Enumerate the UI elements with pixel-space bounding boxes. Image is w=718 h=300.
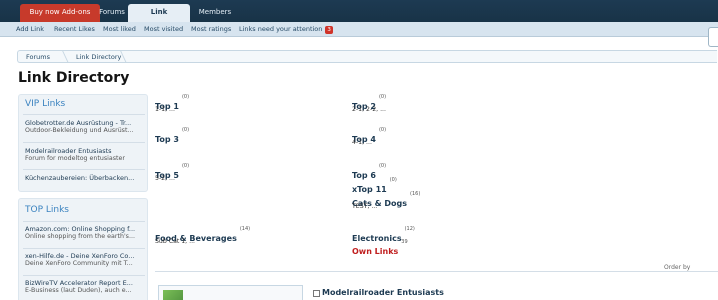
- category-link-own-links[interactable]: Own Links: [352, 247, 398, 256]
- divider: [23, 221, 145, 222]
- subnav-add-link[interactable]: Add Link: [16, 25, 44, 33]
- link-description: Online shopping from the earth's...: [25, 233, 135, 240]
- category-count: 39: [401, 239, 408, 245]
- category-count: (0): [378, 94, 387, 100]
- category-count: (0): [181, 94, 190, 100]
- category-link[interactable]: Top 3: [155, 135, 179, 144]
- search-bar-edge[interactable]: [708, 27, 718, 47]
- category-item: Top 1(0) 1-1, ...: [155, 94, 189, 113]
- category-subcats[interactable]: TEST, ...: [352, 203, 377, 210]
- category-subcats[interactable]: 4-1, ...: [352, 139, 372, 146]
- list-item[interactable]: Amazon.com: Online Shopping f... Online …: [25, 225, 143, 240]
- link-description: Deine XenForo Community mit T...: [25, 260, 133, 267]
- category-count: (0): [181, 127, 190, 133]
- vip-links-block: VIP Links Globetrotter.de Ausrüstung - T…: [18, 94, 148, 192]
- attention-count-badge: 3: [325, 26, 333, 34]
- category-item: Top 2(0) 2-1, 2-2, ...: [352, 94, 386, 113]
- sidebar: VIP Links Globetrotter.de Ausrüstung - T…: [18, 94, 148, 300]
- subnav-links-need-attention[interactable]: Links need your attention 3: [239, 25, 333, 34]
- category-count: (16): [410, 191, 421, 197]
- vip-links-heading: VIP Links: [25, 99, 66, 109]
- list-item[interactable]: BizWireTV Accelerator Report E... E-Busi…: [25, 279, 143, 294]
- category-subcats[interactable]: 2-1, 2-2, ...: [352, 106, 386, 113]
- category-item: Food & Beverages(14) Sub Cat 1, ...: [155, 226, 250, 245]
- divider: [23, 114, 145, 115]
- category-item: Cats & Dogs(16) TEST, ...: [352, 191, 420, 210]
- category-count: (14): [239, 226, 251, 232]
- list-item[interactable]: Küchenzaubereien: Überbacken...: [25, 174, 143, 182]
- link-description: Forum for modeltog entusiaster: [25, 155, 125, 162]
- list-item[interactable]: Globetrotter.de Ausrüstung - Tr... Outdo…: [25, 119, 143, 134]
- link-description: E-Business (laut Duden), auch e...: [25, 287, 132, 294]
- tab-link-directory[interactable]: Link Directory: [128, 4, 190, 33]
- listing-select-checkbox[interactable]: [313, 290, 320, 297]
- sub-navigation: Add Link Recent Likes Most liked Most vi…: [0, 22, 718, 37]
- category-count: (0): [378, 127, 387, 133]
- order-by-control[interactable]: Order by: [664, 264, 690, 271]
- subnav-most-liked[interactable]: Most liked: [103, 25, 136, 33]
- link-description: Outdoor-Bekleidung und Ausrüst...: [25, 127, 134, 134]
- top-links-heading: TOP Links: [25, 205, 69, 215]
- category-item: Top 3(0): [155, 127, 189, 146]
- top-links-block: TOP Links Amazon.com: Online Shopping f.…: [18, 198, 148, 300]
- divider: [155, 271, 718, 272]
- category-subcats[interactable]: 5-2, ...: [155, 175, 175, 182]
- subnav-recent-likes[interactable]: Recent Likes: [54, 25, 95, 33]
- breadcrumb-forums[interactable]: Forums: [26, 53, 50, 61]
- link-title[interactable]: Küchenzaubereien: Überbacken...: [25, 174, 143, 182]
- category-count: (0): [389, 177, 397, 183]
- divider: [23, 142, 145, 143]
- list-item[interactable]: xen-Hilfe.de - Deine XenForo Co... Deine…: [25, 252, 143, 267]
- breadcrumb: Forums Link Directory: [17, 50, 717, 63]
- tab-members[interactable]: Members: [190, 4, 240, 22]
- subnav-most-ratings[interactable]: Most ratings: [191, 25, 231, 33]
- link-title[interactable]: Globetrotter.de Ausrüstung - Tr...: [25, 119, 143, 127]
- category-count: (0): [378, 163, 387, 169]
- category-item: Top 4(0) 4-1, ...: [352, 127, 386, 146]
- page-title: Link Directory: [18, 70, 130, 86]
- subnav-most-visited[interactable]: Most visited: [144, 25, 183, 33]
- top-navigation: Buy now Add-ons Forums Link Directory Me…: [0, 0, 718, 33]
- breadcrumb-separator: [55, 51, 69, 63]
- category-count: (12): [404, 226, 415, 232]
- category-item: Top 5(0) 5-2, ...: [155, 163, 189, 182]
- divider: [23, 248, 145, 249]
- listing-title-link[interactable]: Modelrailroader Entusiasts: [322, 288, 444, 297]
- category-item: Own Links39: [352, 239, 408, 258]
- category-subcats[interactable]: 1-1, ...: [155, 106, 175, 113]
- thumbnail-image: [163, 290, 183, 300]
- link-title[interactable]: Amazon.com: Online Shopping f...: [25, 225, 143, 233]
- divider: [23, 169, 145, 170]
- category-count: (0): [181, 163, 190, 169]
- category-subcats[interactable]: Sub Cat 1, ...: [155, 238, 195, 245]
- link-title[interactable]: BizWireTV Accelerator Report E...: [25, 279, 143, 287]
- divider: [23, 275, 145, 276]
- link-title[interactable]: xen-Hilfe.de - Deine XenForo Co...: [25, 252, 143, 260]
- link-title[interactable]: Modelrailroader Entusiasts: [25, 147, 143, 155]
- list-item[interactable]: Modelrailroader Entusiasts Forum for mod…: [25, 147, 143, 162]
- links-need-attention-label: Links need your attention: [239, 25, 323, 33]
- listing-thumbnail[interactable]: [158, 285, 303, 300]
- breadcrumb-separator: [113, 51, 127, 63]
